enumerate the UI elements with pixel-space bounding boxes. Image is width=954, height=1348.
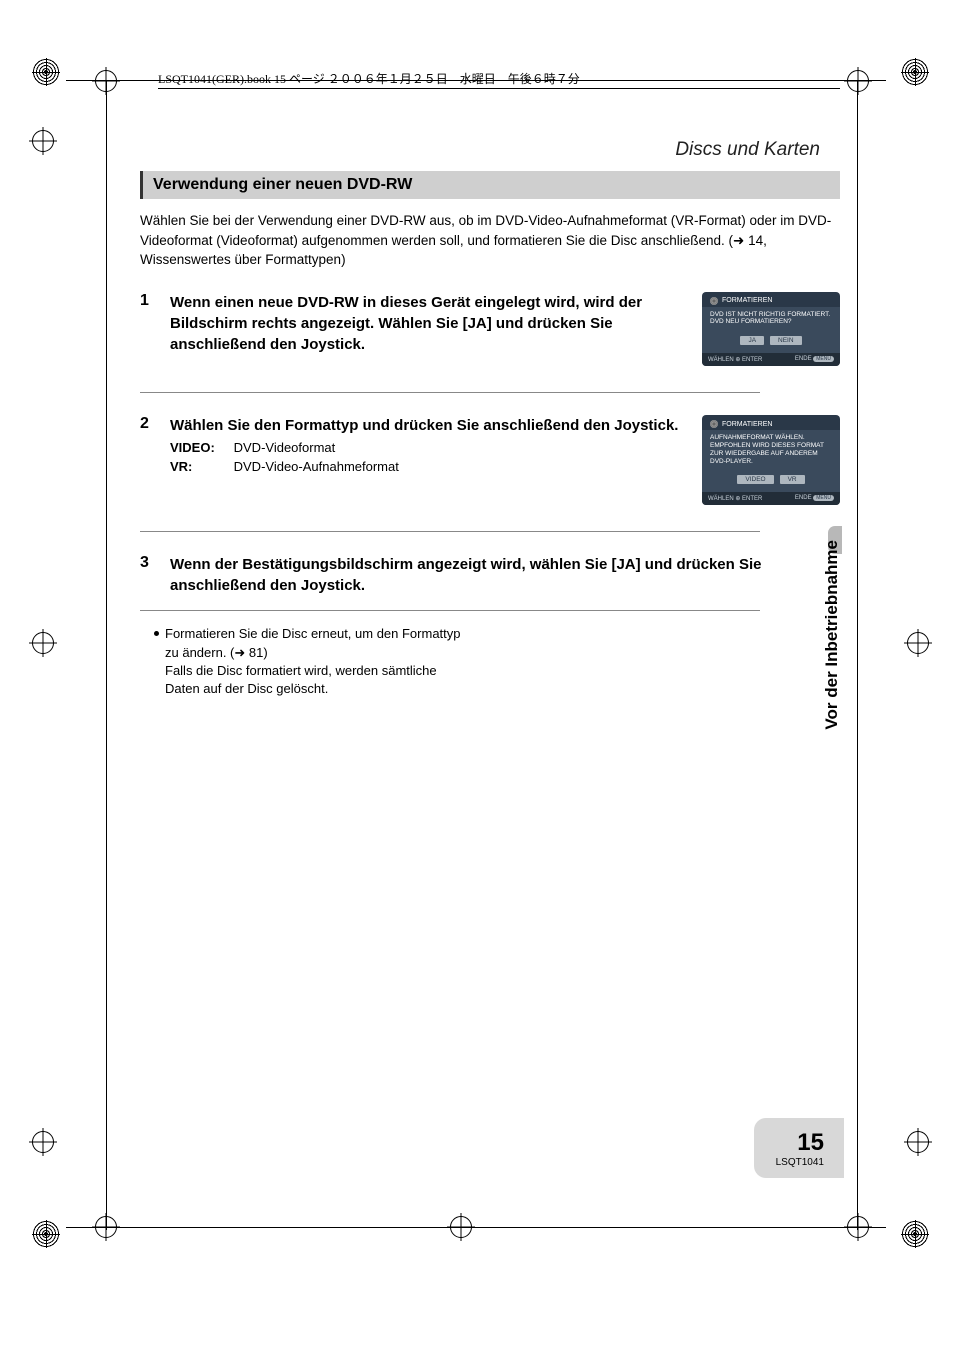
screen-2-message: AUFNAHMEFORMAT WÄHLEN. EMPFOHLEN WIRD DI… — [702, 430, 840, 469]
screen-2-buttons: VIDEO VR — [702, 469, 840, 492]
bullet-icon — [154, 631, 159, 636]
screen-2-foot-left: WÄHLEN ⊕ ENTER — [708, 495, 762, 502]
video-label: VIDEO: — [170, 440, 230, 455]
screen-1-buttons: JA NEIN — [702, 330, 840, 353]
screen-2-foot-right: ENDE MENU — [795, 495, 834, 502]
step-2-vr-line: VR: DVD-Video-Aufnahmeformat — [170, 459, 678, 474]
step-3-text: Wenn der Bestätigungsbildschirm angezeig… — [170, 554, 840, 596]
intro-paragraph: Wählen Sie bei der Verwendung einer DVD-… — [140, 211, 840, 270]
cross-registration-icon — [907, 1131, 929, 1153]
cross-registration-icon — [907, 632, 929, 654]
chapter-label: Discs und Karten — [140, 139, 840, 161]
section-heading: Verwendung einer neuen DVD-RW — [153, 176, 830, 194]
screen-2-video-button: VIDEO — [737, 475, 773, 484]
screen-1-footer: WÄHLEN ⊕ ENTER ENDE MENU — [702, 353, 840, 366]
screen-2-vr-button: VR — [780, 475, 805, 484]
registration-mark-icon — [32, 1220, 60, 1248]
step-3-row: 3 Wenn der Bestätigungsbildschirm angeze… — [140, 554, 840, 596]
step-divider — [140, 392, 760, 393]
content-area: LSQT1041(GER).book 15 ページ ２００６年１月２５日 水曜日… — [140, 70, 840, 698]
source-file-header: LSQT1041(GER).book 15 ページ ２００６年１月２５日 水曜日… — [158, 70, 840, 89]
screen-1-title: FORMATIEREN — [722, 297, 772, 304]
notes-block: Formatieren Sie die Disc erneut, um den … — [140, 625, 470, 698]
screen-preview-1: FORMATIEREN DVD IST NICHT RICHTIG FORMAT… — [702, 292, 840, 367]
crop-line — [857, 80, 858, 1230]
screen-1-foot-left: WÄHLEN ⊕ ENTER — [708, 356, 762, 363]
page-number-box: 15 LSQT1041 — [776, 1129, 824, 1168]
cross-registration-icon — [32, 1131, 54, 1153]
screen-2-footer: WÄHLEN ⊕ ENTER ENDE MENU — [702, 492, 840, 505]
vr-value: DVD-Video-Aufnahmeformat — [234, 459, 399, 474]
step-number: 3 — [140, 554, 156, 596]
crop-line — [106, 80, 107, 1230]
page: LSQT1041(GER).book 15 ページ ２００６年１月２５日 水曜日… — [0, 0, 954, 1348]
step-divider — [140, 610, 760, 611]
screen-2-title-row: FORMATIEREN — [702, 415, 840, 430]
step-number: 1 — [140, 292, 156, 355]
registration-mark-icon — [32, 58, 60, 86]
disc-icon — [710, 297, 718, 305]
screen-preview-2: FORMATIEREN AUFNAHMEFORMAT WÄHLEN. EMPFO… — [702, 415, 840, 505]
cross-registration-icon — [32, 130, 54, 152]
page-number: 15 — [776, 1129, 824, 1157]
screen-1-title-row: FORMATIEREN — [702, 292, 840, 307]
cross-registration-icon — [847, 70, 869, 92]
screen-1-message: DVD IST NICHT RICHTIG FORMATIERT. DVD NE… — [702, 307, 840, 331]
section-heading-bar: Verwendung einer neuen DVD-RW — [140, 171, 840, 199]
video-value: DVD-Videoformat — [234, 440, 336, 455]
vr-label: VR: — [170, 459, 230, 474]
registration-mark-icon — [901, 58, 929, 86]
disc-icon — [710, 420, 718, 428]
screen-1-foot-right: ENDE MENU — [795, 356, 834, 363]
document-code: LSQT1041 — [776, 1157, 824, 1168]
registration-mark-icon — [901, 1220, 929, 1248]
note-bullet: Formatieren Sie die Disc erneut, um den … — [154, 625, 470, 698]
step-2-row: 2 Wählen Sie den Formattyp und drücken S… — [140, 415, 840, 505]
side-tab-label: Vor der Inbetriebnahme — [822, 540, 842, 730]
cross-registration-icon — [32, 632, 54, 654]
crop-line — [66, 1227, 886, 1228]
screen-2-title: FORMATIEREN — [722, 421, 772, 428]
step-number: 2 — [140, 415, 156, 474]
screen-1-nein-button: NEIN — [770, 336, 802, 345]
step-2-video-line: VIDEO: DVD-Videoformat — [170, 440, 678, 455]
screen-1-ja-button: JA — [740, 336, 764, 345]
step-2-text: Wählen Sie den Formattyp und drücken Sie… — [170, 415, 678, 436]
step-1-row: 1 Wenn einen neue DVD-RW in dieses Gerät… — [140, 292, 840, 367]
step-divider — [140, 531, 760, 532]
note-text: Formatieren Sie die Disc erneut, um den … — [165, 625, 470, 698]
step-1-text: Wenn einen neue DVD-RW in dieses Gerät e… — [170, 292, 684, 355]
